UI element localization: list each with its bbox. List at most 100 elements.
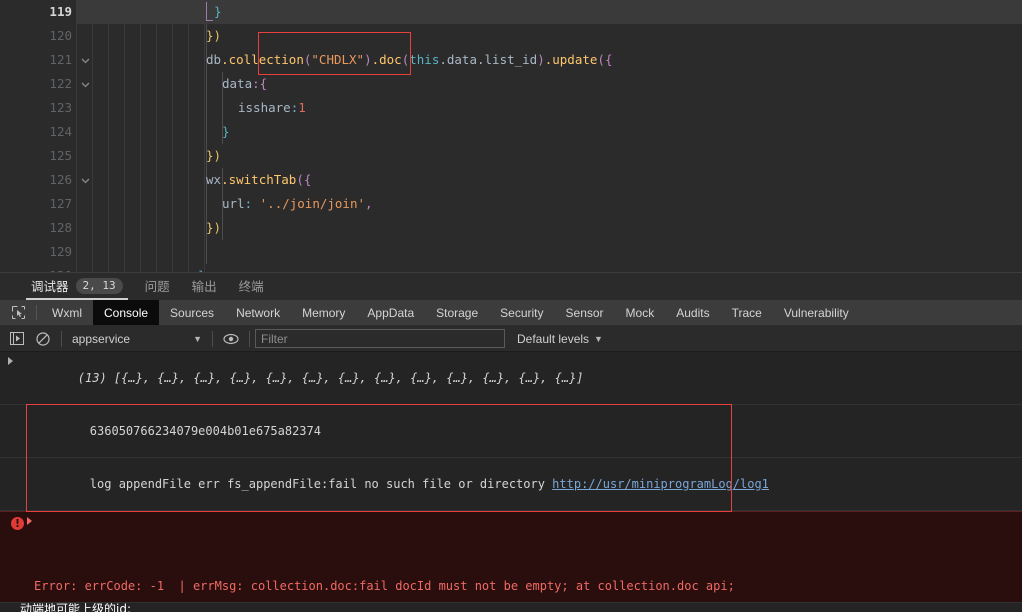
tab-label: 问题 [144, 279, 170, 294]
execution-context-select[interactable]: appservice ▼ [67, 329, 207, 349]
code-token: this [409, 52, 440, 67]
code-token: ) [537, 52, 545, 67]
code-line-126: wx.switchTab({ [76, 168, 1022, 192]
tab-network[interactable]: Network [225, 300, 291, 325]
line-number: 120 [49, 28, 72, 43]
tab-problems[interactable]: 问题 [134, 276, 181, 300]
code-line-124: } [76, 120, 1022, 144]
code-token: }) [206, 220, 222, 235]
console-row-appendfile-1[interactable]: log appendFile err fs_appendFile:fail no… [0, 458, 1022, 511]
gutter-line-121[interactable]: 121 [0, 48, 89, 72]
code-token: .collection [221, 52, 304, 67]
code-token: }) [206, 28, 222, 43]
code-token: .update [544, 52, 598, 67]
code-token: :{ [252, 76, 268, 91]
tab-terminal[interactable]: 终端 [228, 276, 275, 300]
execute-snippet-icon[interactable] [4, 328, 30, 350]
expand-arrow-icon[interactable] [8, 357, 13, 365]
console-error-block[interactable]: ! Error: errCode: -1 | errMsg: collectio… [0, 511, 1022, 612]
execution-context-value: appservice [72, 331, 131, 346]
code-lines: } }) db.collection("CHDLX").doc(this.dat… [76, 0, 1022, 272]
tab-console[interactable]: Console [93, 300, 160, 325]
line-number: 127 [49, 196, 72, 211]
code-token: ({ [597, 52, 613, 67]
tabbar-divider [36, 305, 37, 320]
debugger-count-badge: 2, 13 [75, 277, 123, 294]
gutter-line-124[interactable]: 124 [0, 120, 76, 144]
code-token: } [222, 124, 230, 139]
gutter-line-127[interactable]: 127 [0, 192, 76, 216]
log-levels-value: Default levels [517, 331, 590, 346]
devtools-panel: Wxml Console Sources Network Memory AppD… [0, 300, 1022, 612]
inspect-element-icon[interactable] [4, 300, 32, 325]
tab-mock[interactable]: Mock [615, 300, 666, 325]
console-row-clipped[interactable]: 动端地可能上级的id: [0, 602, 1022, 612]
line-number: 126 [49, 172, 72, 187]
gutter-line-130[interactable]: 130 [0, 264, 76, 272]
code-line-119: } [76, 0, 1022, 24]
tab-appdata[interactable]: AppData [356, 300, 425, 325]
chevron-down-icon: ▼ [594, 333, 603, 344]
panel-tab-strip: 调试器 2, 13 问题 输出 终端 [0, 272, 1022, 300]
code-token: : [244, 196, 253, 211]
code-line-130: } [76, 264, 1022, 272]
code-line-122: data:{ [76, 72, 1022, 96]
tab-vulnerability[interactable]: Vulnerability [773, 300, 860, 325]
code-line-127: url: '../join/join', [76, 192, 1022, 216]
line-number: 123 [49, 100, 72, 115]
code-text-area[interactable]: } }) db.collection("CHDLX").doc(this.dat… [76, 0, 1022, 272]
filter-input[interactable] [255, 329, 505, 348]
code-token: wx [206, 172, 222, 187]
code-token: .switchTab [221, 172, 297, 187]
gutter-line-120[interactable]: 120 [0, 24, 76, 48]
gutter-line-122[interactable]: 122 [0, 72, 89, 96]
console-row-array[interactable]: (13) [{…}, {…}, {…}, {…}, {…}, {…}, {…},… [0, 352, 1022, 405]
chevron-down-icon[interactable] [78, 48, 92, 72]
code-token: 1 [298, 100, 306, 115]
line-number: 121 [49, 52, 72, 67]
tab-debugger[interactable]: 调试器 2, 13 [20, 276, 134, 300]
log-levels-select[interactable]: Default levels ▼ [517, 332, 603, 346]
log-url-link[interactable]: http://usr/miniprogramLog/log1 [552, 477, 769, 491]
expand-arrow-icon[interactable] [27, 517, 32, 525]
error-icon: ! [11, 517, 24, 530]
code-line-128: }) [76, 216, 1022, 240]
clear-console-icon[interactable] [30, 328, 56, 350]
console-row-hash[interactable]: 636050766234079e004b01e675a82374 [0, 405, 1022, 458]
tab-wxml[interactable]: Wxml [41, 300, 93, 325]
tab-sources[interactable]: Sources [159, 300, 225, 325]
code-token: }) [206, 148, 222, 163]
tab-audits[interactable]: Audits [665, 300, 720, 325]
code-token: url [222, 196, 245, 211]
tab-memory[interactable]: Memory [291, 300, 356, 325]
line-number: 129 [49, 244, 72, 259]
code-token: data [222, 76, 253, 91]
console-output[interactable]: (13) [{…}, {…}, {…}, {…}, {…}, {…}, {…},… [0, 352, 1022, 612]
line-number: 122 [49, 76, 72, 91]
tab-security[interactable]: Security [489, 300, 554, 325]
code-token: .data.list_id [439, 52, 538, 67]
live-expression-icon[interactable] [218, 328, 244, 350]
line-number: 124 [49, 124, 72, 139]
gutter-line-123[interactable]: 123 [0, 96, 76, 120]
gutter-line-119[interactable]: 119 [0, 0, 76, 24]
gutter-line-126[interactable]: 126 [0, 168, 89, 192]
gutter-line-125[interactable]: 125 [0, 144, 76, 168]
code-token: } [198, 268, 206, 272]
chevron-down-icon[interactable] [78, 72, 92, 96]
code-line-125: }) [76, 144, 1022, 168]
tab-output[interactable]: 输出 [181, 276, 228, 300]
bracket-match-guide [206, 2, 213, 21]
tab-trace[interactable]: Trace [721, 300, 773, 325]
chevron-down-icon: ▼ [193, 333, 202, 344]
tab-storage[interactable]: Storage [425, 300, 489, 325]
gutter-line-128[interactable]: 128 [0, 216, 76, 240]
line-number: 125 [49, 148, 72, 163]
code-line-121: db.collection("CHDLX").doc(this.data.lis… [76, 48, 1022, 72]
code-token: .doc [371, 52, 402, 67]
gutter-line-129[interactable]: 129 [0, 240, 76, 264]
console-row-text: log appendFile err fs_appendFile:fail no… [89, 477, 553, 491]
tab-sensor[interactable]: Sensor [555, 300, 615, 325]
line-number: 128 [49, 220, 72, 235]
chevron-down-icon[interactable] [78, 168, 92, 192]
